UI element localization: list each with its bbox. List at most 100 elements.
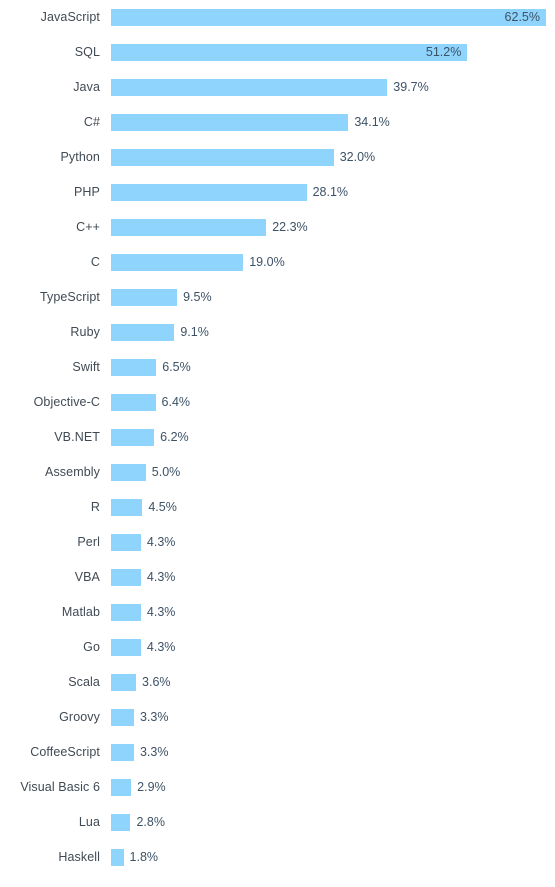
bar[interactable] xyxy=(111,779,132,796)
bar[interactable] xyxy=(111,149,334,166)
bar-value-label: 62.5% xyxy=(504,10,540,24)
bar-value-label: 9.1% xyxy=(180,325,209,339)
bar-value-label: 1.8% xyxy=(129,850,159,864)
bar-value-label: 32.0% xyxy=(339,150,376,164)
category-label: C xyxy=(90,255,100,269)
bar-track: 3.6% xyxy=(111,665,555,700)
bar[interactable] xyxy=(111,254,244,271)
bar-row: Objective-C 6.4% xyxy=(0,385,555,420)
bar[interactable] xyxy=(111,394,156,411)
bar[interactable] xyxy=(111,744,134,761)
bar-track: 9.5% xyxy=(111,280,555,315)
bar-chart: JavaScript 62.5% SQL 51.2% Java 39.7% C# 34.1% P… xyxy=(0,0,555,887)
bar-row: Lua 2.8% xyxy=(0,805,555,840)
category-label: Matlab xyxy=(61,605,100,619)
bar[interactable] xyxy=(111,324,175,341)
category-label: Scala xyxy=(68,675,100,689)
bar[interactable] xyxy=(111,604,141,621)
bar[interactable] xyxy=(111,219,267,236)
bar-chart-rows: JavaScript 62.5% SQL 51.2% Java 39.7% C# 34.1% P… xyxy=(0,0,555,875)
category-label: Java xyxy=(73,80,100,94)
bar-track: 6.5% xyxy=(111,350,555,385)
bar-row: JavaScript 62.5% xyxy=(0,0,555,35)
bar[interactable] xyxy=(111,114,349,131)
bar-track: 4.3% xyxy=(111,525,555,560)
bar-row: TypeScript 9.5% xyxy=(0,280,555,315)
bar[interactable] xyxy=(111,709,134,726)
category-label: TypeScript xyxy=(39,290,100,304)
bar-row: Go 4.3% xyxy=(0,630,555,665)
category-label: Go xyxy=(83,640,100,654)
bar-value-label: 51.2% xyxy=(425,45,462,59)
bar-track: 19.0% xyxy=(111,245,555,280)
category-label: C++ xyxy=(76,220,100,234)
bar-value-label: 19.0% xyxy=(249,255,285,269)
bar[interactable] xyxy=(111,359,157,376)
bar-track: 34.1% xyxy=(111,105,555,140)
bar-track: 28.1% xyxy=(111,175,555,210)
bar[interactable] xyxy=(111,534,141,551)
bar-row: Swift 6.5% xyxy=(0,350,555,385)
category-label: Perl xyxy=(77,535,100,549)
bar-track: 32.0% xyxy=(111,140,555,175)
bar-value-label: 28.1% xyxy=(312,185,349,199)
bar-track: 9.1% xyxy=(111,315,555,350)
bar-value-label: 6.4% xyxy=(161,395,191,409)
bar-value-label: 6.5% xyxy=(162,360,191,374)
bar[interactable] xyxy=(111,44,468,61)
bar[interactable] xyxy=(111,9,546,26)
bar-row: CoffeeScript 3.3% xyxy=(0,735,555,770)
bar-row: Matlab 4.3% xyxy=(0,595,555,630)
category-label: Assembly xyxy=(45,465,100,479)
category-label: Haskell xyxy=(58,850,100,864)
bar-row: C# 34.1% xyxy=(0,105,555,140)
bar-row: Python 32.0% xyxy=(0,140,555,175)
bar-track: 4.5% xyxy=(111,490,555,525)
bar[interactable] xyxy=(111,289,178,306)
bar-value-label: 9.5% xyxy=(183,290,212,304)
bar[interactable] xyxy=(111,184,307,201)
category-label: JavaScript xyxy=(40,10,100,24)
category-label: Groovy xyxy=(59,710,100,724)
bar-row: Visual Basic 6 2.9% xyxy=(0,770,555,805)
category-label: Python xyxy=(60,150,100,164)
bar-value-label: 2.9% xyxy=(137,780,166,794)
bar-track: 51.2% xyxy=(111,35,555,70)
bar[interactable] xyxy=(111,639,141,656)
bar[interactable] xyxy=(111,79,388,96)
bar[interactable] xyxy=(111,429,155,446)
category-label: VB.NET xyxy=(54,430,100,444)
bar[interactable] xyxy=(111,499,143,516)
bar-track: 1.8% xyxy=(111,840,555,875)
bar-value-label: 6.2% xyxy=(160,430,189,444)
bar[interactable] xyxy=(111,674,137,691)
bar-value-label: 4.3% xyxy=(146,605,176,619)
bar-value-label: 4.3% xyxy=(146,570,176,584)
bar-value-label: 3.3% xyxy=(139,710,169,724)
bar[interactable] xyxy=(111,849,124,866)
category-label: R xyxy=(90,500,100,514)
category-label: PHP xyxy=(73,185,100,199)
bar-row: VBA 4.3% xyxy=(0,560,555,595)
bar-row: Ruby 9.1% xyxy=(0,315,555,350)
bar-track: 39.7% xyxy=(111,70,555,105)
bar-track: 5.0% xyxy=(111,455,555,490)
bar[interactable] xyxy=(111,464,146,481)
bar-value-label: 3.3% xyxy=(139,745,169,759)
bar-track: 4.3% xyxy=(111,560,555,595)
category-label: VBA xyxy=(74,570,100,584)
bar-track: 2.9% xyxy=(111,770,555,805)
bar-row: PHP 28.1% xyxy=(0,175,555,210)
category-label: Lua xyxy=(78,815,100,829)
bar-value-label: 2.8% xyxy=(136,815,165,829)
bar-row: Assembly 5.0% xyxy=(0,455,555,490)
bar[interactable] xyxy=(111,814,131,831)
bar-row: R 4.5% xyxy=(0,490,555,525)
bar-row: VB.NET 6.2% xyxy=(0,420,555,455)
bar-value-label: 4.3% xyxy=(146,535,176,549)
bar-value-label: 34.1% xyxy=(354,115,390,129)
bar-row: Haskell 1.8% xyxy=(0,840,555,875)
bar[interactable] xyxy=(111,569,141,586)
bar-value-label: 22.3% xyxy=(272,220,308,234)
bar-track: 22.3% xyxy=(111,210,555,245)
